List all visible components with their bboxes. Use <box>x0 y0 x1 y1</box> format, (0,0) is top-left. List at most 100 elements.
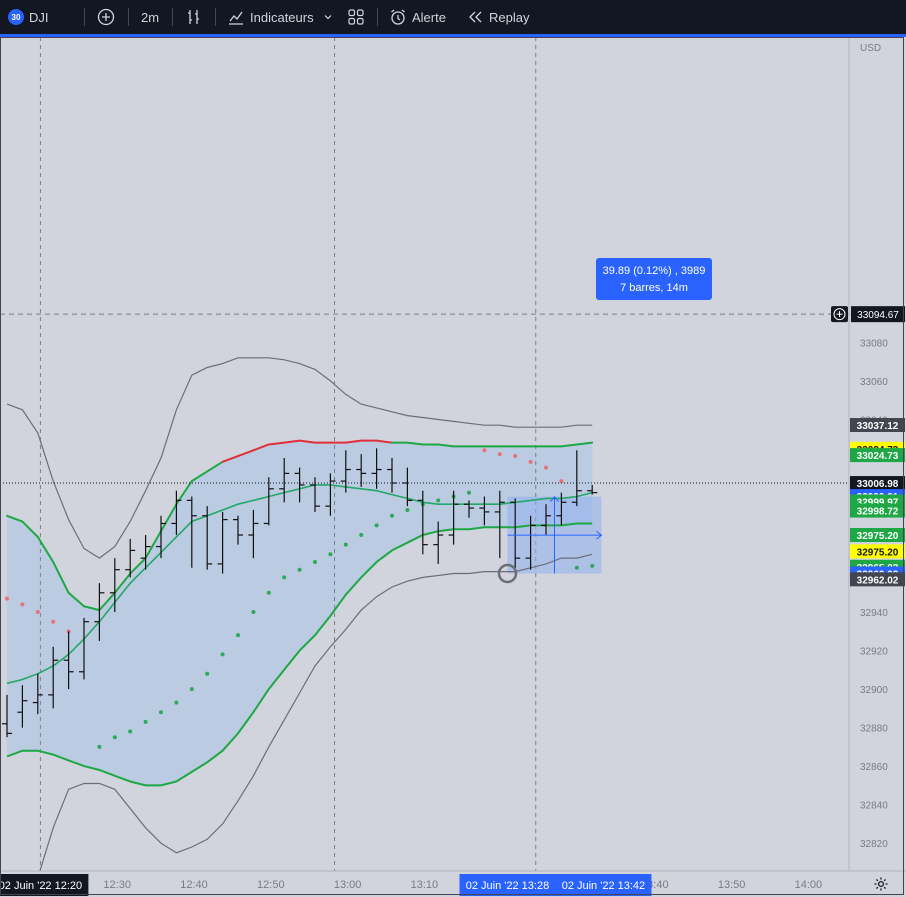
crosshair-price-text: 33094.67 <box>857 310 899 321</box>
sar-dot <box>143 719 148 724</box>
indicators-label: Indicateurs <box>250 9 314 25</box>
crosshair-time-label-text: 02 Juin '22 12:20 <box>0 880 82 892</box>
price-label: 32998.72 <box>850 503 905 518</box>
price-label-text: 32975.20 <box>857 531 899 542</box>
x-tick-label: 12:50 <box>257 879 285 891</box>
toolbar-divider <box>128 8 129 26</box>
indicators-dropdown[interactable] <box>323 0 333 34</box>
toolbar-divider <box>84 8 85 26</box>
measure-start-time-text: 02 Juin '22 13:28 <box>466 880 549 892</box>
y-tick-label: 33080 <box>860 338 888 349</box>
replay-button[interactable]: Replay <box>466 0 529 34</box>
y-tick-label: 32880 <box>860 724 888 735</box>
x-tick-label: 13:00 <box>334 879 362 891</box>
price-chart[interactable]: 39.89 (0.12%) , 39897 barres, 14mUSD3280… <box>0 37 906 897</box>
currency-label: USD <box>860 43 881 54</box>
price-label: 32962.02 <box>850 572 905 587</box>
price-label-text: 32998.72 <box>857 507 899 518</box>
sar-dot <box>251 610 256 615</box>
sar-dot <box>112 735 117 740</box>
price-label-text: 33037.12 <box>857 421 899 432</box>
y-tick-label: 33060 <box>860 377 888 388</box>
templates-grid-icon <box>348 9 364 25</box>
sar-dot <box>436 498 441 503</box>
sar-dot <box>513 454 518 459</box>
sar-dot <box>159 710 163 715</box>
sar-dot <box>528 459 533 464</box>
price-label: 33024.73 <box>850 448 905 463</box>
bars-chart-icon <box>188 10 199 24</box>
gear-icon[interactable] <box>873 876 889 896</box>
trading-app: 30 DJI 2m Indicateurs Alerte Replay 39.8… <box>0 0 906 897</box>
sar-dot <box>559 479 564 484</box>
interval-label: 2m <box>141 9 160 25</box>
tooltip-line2: 7 barres, 14m <box>620 282 688 294</box>
measure-start-time: 02 Juin '22 13:28 <box>459 874 556 896</box>
x-tick-label: 12:30 <box>103 879 131 891</box>
layouts-button[interactable] <box>347 0 365 34</box>
symbol-name: DJI <box>29 9 49 25</box>
toolbar-divider <box>377 8 378 26</box>
sar-dot <box>220 652 225 657</box>
top-toolbar: 30 DJI 2m Indicateurs Alerte Replay <box>0 0 906 34</box>
time-axis-background <box>0 871 906 897</box>
y-tick-label: 32940 <box>860 608 888 619</box>
sar-dot <box>590 563 595 568</box>
sar-dot <box>297 567 302 572</box>
sar-dot <box>374 523 379 528</box>
sar-dot <box>313 559 317 564</box>
tooltip-line1: 39.89 (0.12%) , 3989 <box>603 265 706 277</box>
sar-dot <box>467 490 471 495</box>
sar-dot <box>5 596 9 601</box>
measure-tooltip: 39.89 (0.12%) , 3989 7 barres, 14m <box>596 258 712 300</box>
toolbar-divider <box>215 8 216 26</box>
sar-dot <box>266 590 271 595</box>
price-label-text: 33006.98 <box>857 479 899 490</box>
y-tick-label: 32820 <box>860 839 888 850</box>
sar-dot <box>20 602 25 607</box>
sar-dot <box>282 575 287 580</box>
crosshair-time-label: 02 Juin '22 12:20 <box>0 874 89 896</box>
x-tick-label: 12:40 <box>180 879 208 891</box>
interval-button[interactable]: 2m <box>141 0 159 34</box>
y-tick-label: 32860 <box>860 762 888 773</box>
alert-label: Alerte <box>412 9 446 25</box>
x-tick-label: 13:10 <box>411 879 439 891</box>
chevron-down-icon <box>324 15 332 20</box>
alert-button[interactable]: Alerte <box>389 0 446 34</box>
compare-button[interactable] <box>97 0 115 34</box>
y-tick-label: 32840 <box>860 801 888 812</box>
sar-dot <box>328 552 333 557</box>
x-tick-label: 14:00 <box>795 879 823 891</box>
sar-dot <box>497 452 502 457</box>
indicators-button[interactable]: Indicateurs <box>227 0 314 34</box>
price-label-text: 33024.73 <box>857 451 899 462</box>
sar-dot <box>359 533 364 538</box>
toolbar-divider <box>172 8 173 26</box>
sar-dot <box>51 619 56 624</box>
symbol-search[interactable]: 30 DJI <box>8 0 49 34</box>
sar-dot <box>35 610 40 615</box>
price-label-text: 32962.02 <box>857 575 899 586</box>
price-label-text: 32975.20 <box>857 547 899 558</box>
price-label: 33037.12 <box>850 418 905 433</box>
sar-dot <box>174 700 179 705</box>
sar-dot <box>390 513 394 518</box>
time-axis[interactable]: 12:1012:2012:3012:4012:5013:0013:1013:20… <box>0 870 906 897</box>
alarm-clock-icon <box>391 9 405 25</box>
measure-end-time: 02 Juin '22 13:42 <box>555 874 652 896</box>
sar-dot <box>544 465 548 470</box>
sar-dot <box>482 448 487 453</box>
sar-dot <box>128 729 133 734</box>
measure-end-time-text: 02 Juin '22 13:42 <box>562 880 645 892</box>
sar-dot <box>236 633 240 638</box>
add-alert-button[interactable] <box>831 306 848 323</box>
sar-dot <box>574 565 579 570</box>
chart-type-button[interactable] <box>185 0 203 34</box>
replay-label: Replay <box>489 9 530 25</box>
replay-icon <box>469 11 482 23</box>
sar-dot <box>205 671 210 676</box>
price-label: 32975.20 <box>850 544 905 559</box>
symbol-badge: 30 <box>8 9 24 25</box>
indicators-icon <box>229 11 243 25</box>
